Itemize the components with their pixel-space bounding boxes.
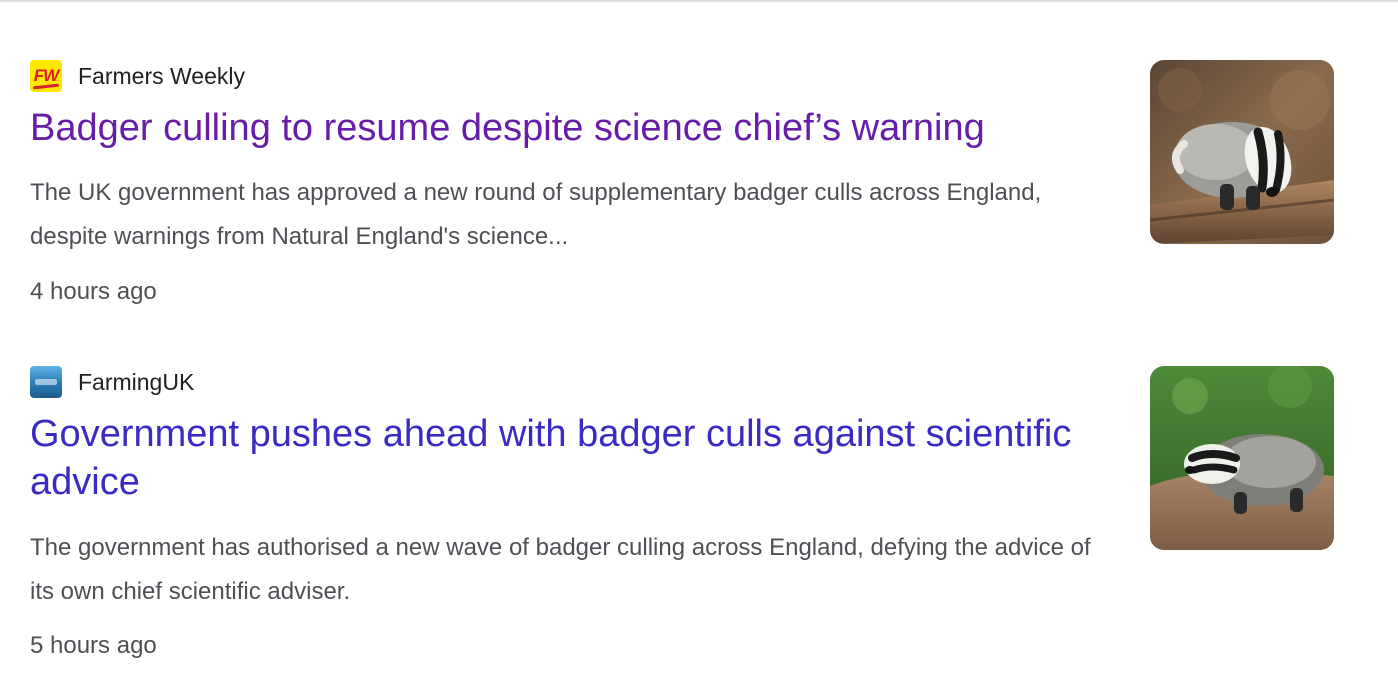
news-article-card[interactable]: FW Farmers Weekly Badger culling to resu…: [30, 60, 1340, 350]
source-name: FarmingUK: [78, 369, 195, 395]
article-snippet: The government has authorised a new wave…: [30, 534, 1091, 605]
article-headline-link[interactable]: Badger culling to resume despite science…: [30, 104, 1110, 152]
article-thumbnail[interactable]: [1150, 60, 1334, 244]
article-timestamp: 5 hours ago: [30, 632, 157, 659]
article-headline-link[interactable]: Government pushes ahead with badger cull…: [30, 410, 1110, 506]
news-article-card[interactable]: FarmingUK Government pushes ahead with b…: [30, 366, 1340, 659]
badger-on-log-image: [1150, 60, 1334, 244]
article-source[interactable]: FarmingUK: [30, 366, 194, 398]
badger-on-grass-image: [1150, 366, 1334, 550]
farmers-weekly-logo-icon: FW: [30, 60, 62, 92]
article-thumbnail[interactable]: [1150, 366, 1334, 550]
farminguk-logo-icon: [30, 366, 62, 398]
article-source[interactable]: FW Farmers Weekly: [30, 60, 245, 92]
news-results-list: FW Farmers Weekly Badger culling to resu…: [0, 0, 1398, 692]
source-name: Farmers Weekly: [78, 63, 245, 89]
article-timestamp: 4 hours ago: [30, 278, 157, 305]
article-snippet: The UK government has approved a new rou…: [30, 179, 1042, 250]
logo-band: [35, 379, 57, 385]
